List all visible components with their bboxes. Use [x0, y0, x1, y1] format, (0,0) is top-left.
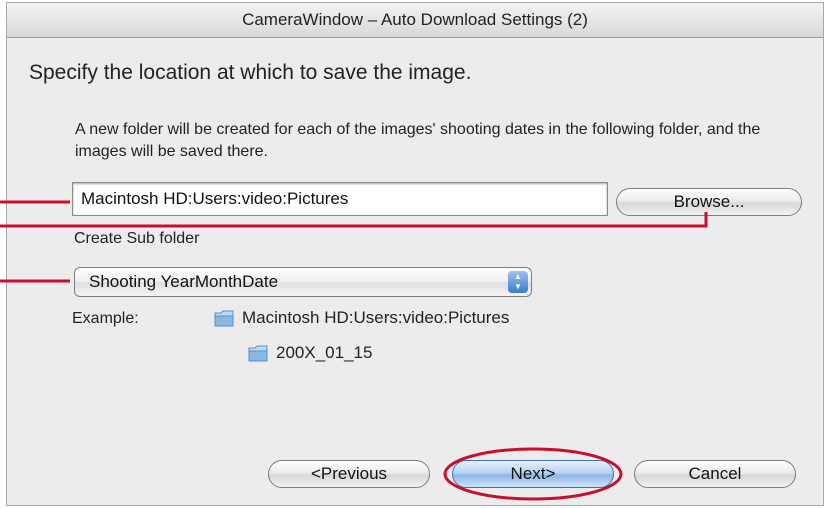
example-root-folder: Macintosh HD:Users:video:Pictures — [214, 308, 509, 328]
example-child-name: 200X_01_15 — [276, 343, 373, 362]
next-button[interactable]: Next> — [452, 460, 614, 488]
browse-button[interactable]: Browse... — [616, 188, 802, 216]
folder-icon — [248, 345, 268, 362]
dialog-window: CameraWindow – Auto Download Settings (2… — [6, 2, 824, 506]
page-heading: Specify the location at which to save th… — [29, 61, 472, 84]
previous-button[interactable]: <Previous — [268, 460, 430, 488]
description-text: A new folder will be created for each of… — [75, 121, 761, 160]
example-root-path: Macintosh HD:Users:video:Pictures — [242, 308, 510, 327]
folder-icon — [214, 310, 234, 327]
sub-folder-selected-value: Shooting YearMonthDate — [89, 272, 279, 291]
sub-folder-select[interactable]: Shooting YearMonthDate ▲ ▼ — [74, 267, 532, 297]
save-location-input[interactable] — [72, 182, 608, 216]
example-label: Example: — [72, 310, 139, 327]
example-child-folder: 200X_01_15 — [248, 343, 372, 363]
cancel-button[interactable]: Cancel — [634, 460, 796, 488]
up-down-arrows-icon: ▲ ▼ — [508, 271, 528, 293]
window-title: CameraWindow – Auto Download Settings (2… — [7, 3, 823, 38]
sub-folder-label: Create Sub folder — [74, 230, 200, 247]
